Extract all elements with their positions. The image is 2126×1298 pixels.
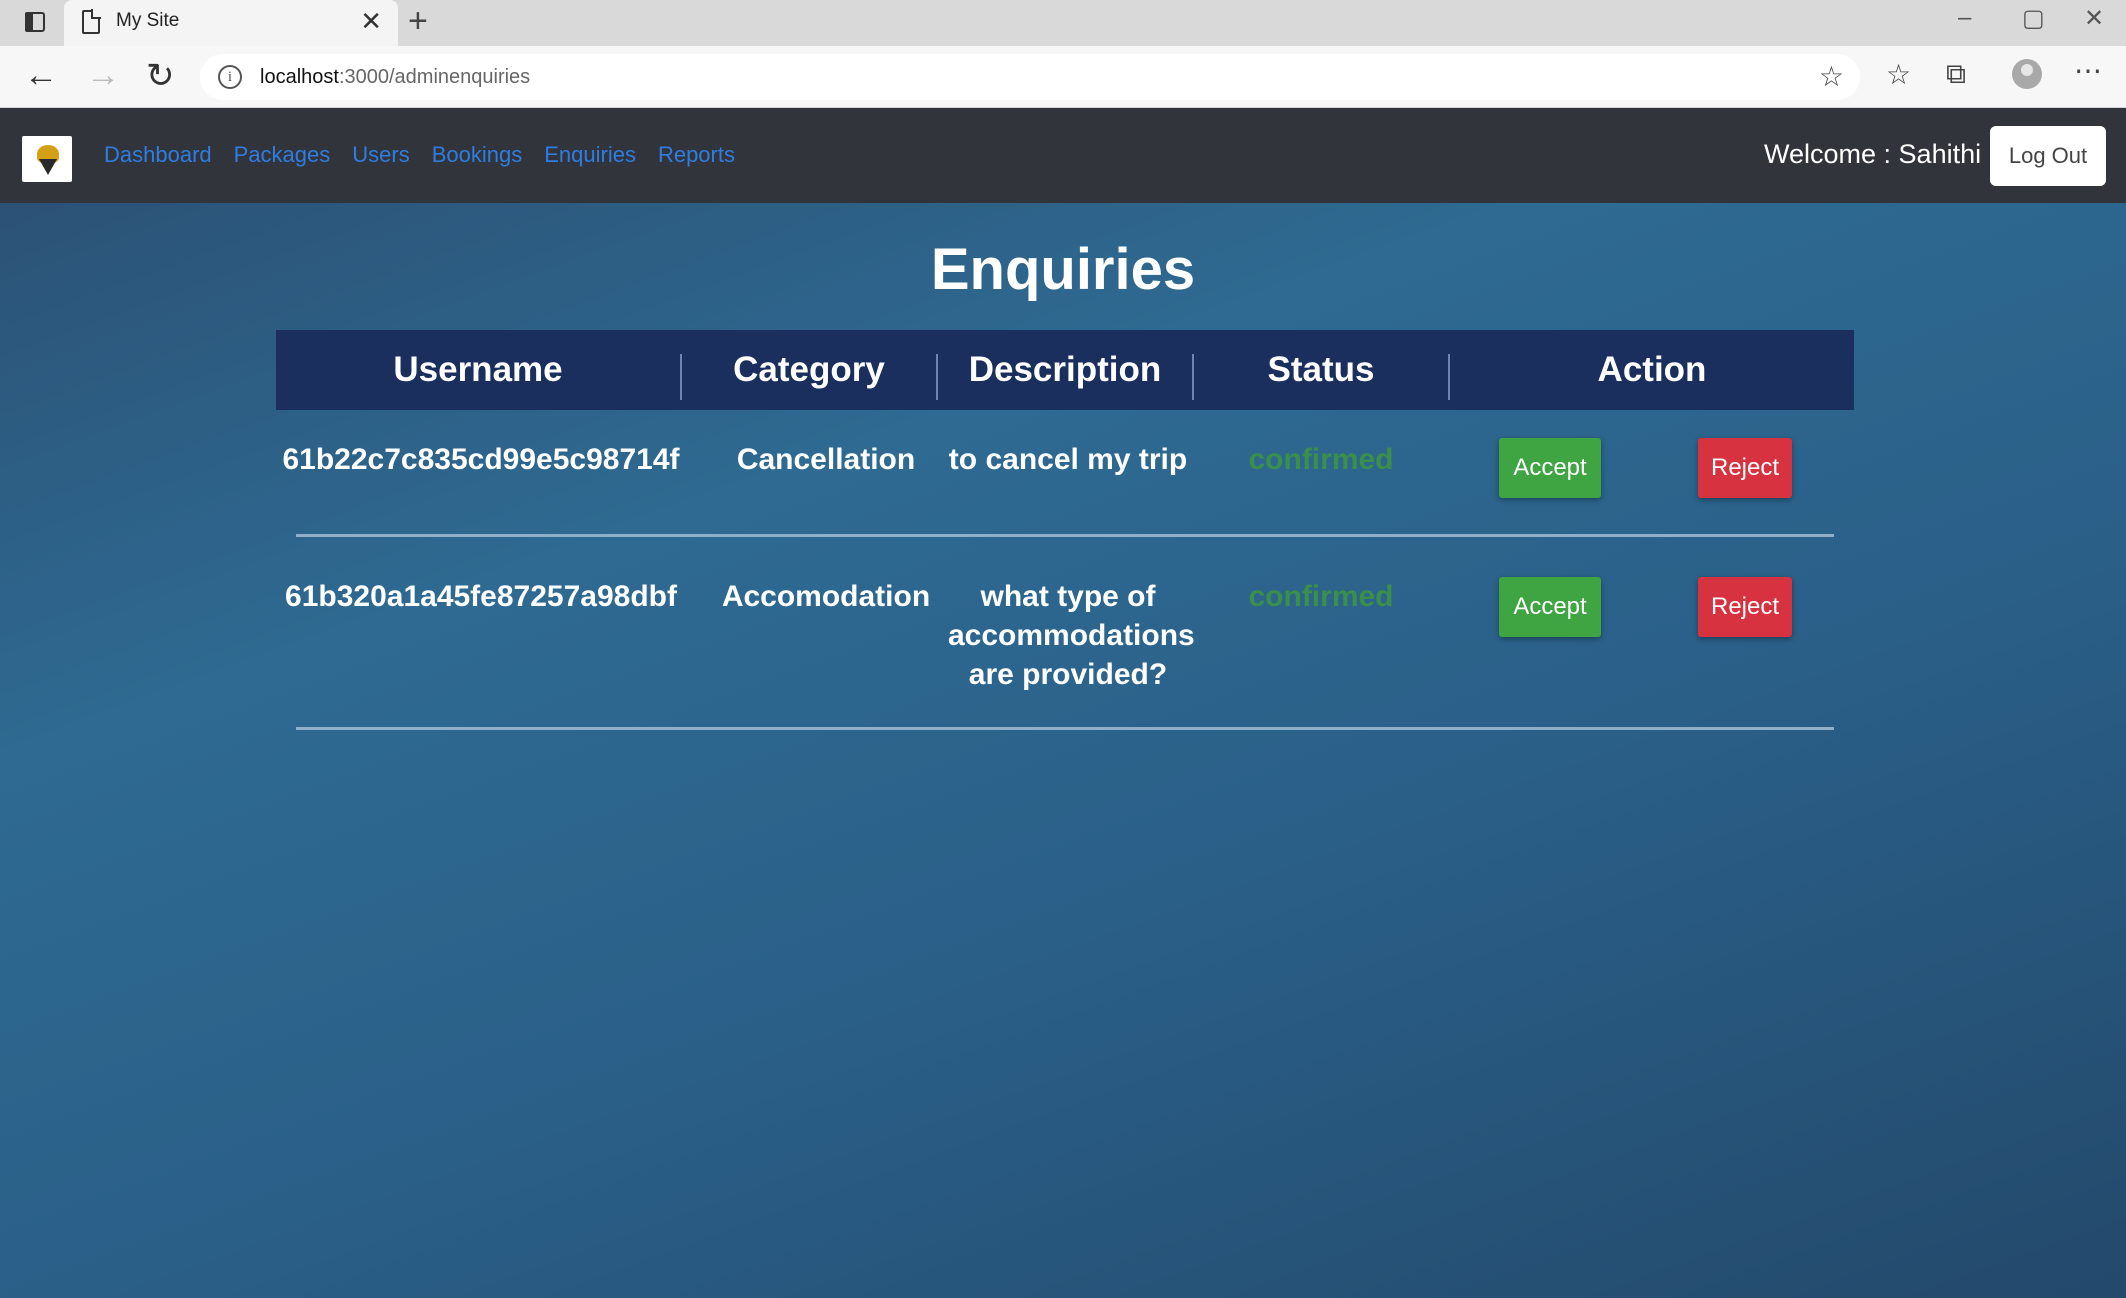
column-header-category: Category xyxy=(733,350,885,389)
table-row: 61b320a1a45fe87257a98dbf Accomodation wh… xyxy=(276,547,1854,747)
page-title: Enquiries xyxy=(930,237,1196,302)
accept-button[interactable]: Accept xyxy=(1499,438,1601,498)
window-close-icon[interactable]: ✕ xyxy=(2084,4,2104,33)
minimize-icon[interactable]: – xyxy=(1958,4,1971,32)
table-header: Username Category Description Status Act… xyxy=(276,330,1854,410)
column-header-description: Description xyxy=(968,350,1162,389)
nav-link-bookings[interactable]: Bookings xyxy=(432,142,523,168)
collections-icon[interactable]: ⧉ xyxy=(1946,58,1966,91)
logout-button[interactable]: Log Out xyxy=(1990,126,2106,186)
browser-address-bar: ← → ↻ i localhost:3000/adminenquiries ☆ … xyxy=(0,46,2126,108)
nav-link-reports[interactable]: Reports xyxy=(658,142,735,168)
status-badge: confirmed xyxy=(1248,443,1394,476)
refresh-icon[interactable]: ↻ xyxy=(146,56,175,96)
profile-icon[interactable] xyxy=(2012,59,2042,89)
tab-title: My Site xyxy=(116,10,180,31)
site-info-icon[interactable]: i xyxy=(218,65,242,89)
tab-actions-icon[interactable] xyxy=(22,9,48,35)
cell-description: what type of accommodations are provided… xyxy=(948,580,1195,691)
cell-category: Accomodation xyxy=(721,580,931,613)
nav-link-users[interactable]: Users xyxy=(352,142,409,168)
reject-button[interactable]: Reject xyxy=(1698,438,1792,498)
more-icon[interactable]: ⋯ xyxy=(2074,54,2102,87)
status-badge: confirmed xyxy=(1248,580,1394,613)
column-header-status: Status xyxy=(1267,350,1375,389)
app-navbar: Dashboard Packages Users Bookings Enquir… xyxy=(0,108,2126,203)
url-input[interactable]: i localhost:3000/adminenquiries ☆ xyxy=(200,54,1860,100)
cell-username: 61b22c7c835cd99e5c98714f xyxy=(282,443,680,476)
cell-description: to cancel my trip xyxy=(948,443,1188,476)
back-icon[interactable]: ← xyxy=(24,56,58,95)
row-divider xyxy=(296,534,1834,537)
cell-category: Cancellation xyxy=(736,443,916,476)
browser-tab[interactable]: My Site ✕ xyxy=(64,0,398,46)
restore-icon[interactable]: ▢ xyxy=(2022,4,2045,33)
nav-links: Dashboard Packages Users Bookings Enquir… xyxy=(104,142,735,168)
url-text: localhost:3000/adminenquiries xyxy=(260,66,531,88)
new-tab-icon[interactable]: + xyxy=(408,2,428,41)
column-header-action: Action xyxy=(1597,350,1707,389)
favorites-icon[interactable]: ☆ xyxy=(1886,58,1911,91)
tab-close-icon[interactable]: ✕ xyxy=(360,6,382,37)
welcome-text: Welcome : Sahithi | xyxy=(1764,139,1996,169)
browser-tab-bar: My Site ✕ + – ▢ ✕ xyxy=(0,0,2126,46)
nav-link-dashboard[interactable]: Dashboard xyxy=(104,142,212,168)
column-header-username: Username xyxy=(393,350,563,389)
site-logo[interactable] xyxy=(22,136,72,182)
row-divider xyxy=(296,727,1834,730)
table-row: 61b22c7c835cd99e5c98714f Cancellation to… xyxy=(276,410,1854,547)
page-icon xyxy=(82,9,101,34)
reject-button[interactable]: Reject xyxy=(1698,577,1792,637)
main-content: Enquiries Username Category Description … xyxy=(0,203,2126,1298)
nav-link-enquiries[interactable]: Enquiries xyxy=(544,142,636,168)
star-add-icon[interactable]: ☆ xyxy=(1819,60,1844,93)
nav-link-packages[interactable]: Packages xyxy=(234,142,331,168)
cell-username: 61b320a1a45fe87257a98dbf xyxy=(285,580,677,613)
accept-button[interactable]: Accept xyxy=(1499,577,1601,637)
forward-icon[interactable]: → xyxy=(86,56,120,95)
